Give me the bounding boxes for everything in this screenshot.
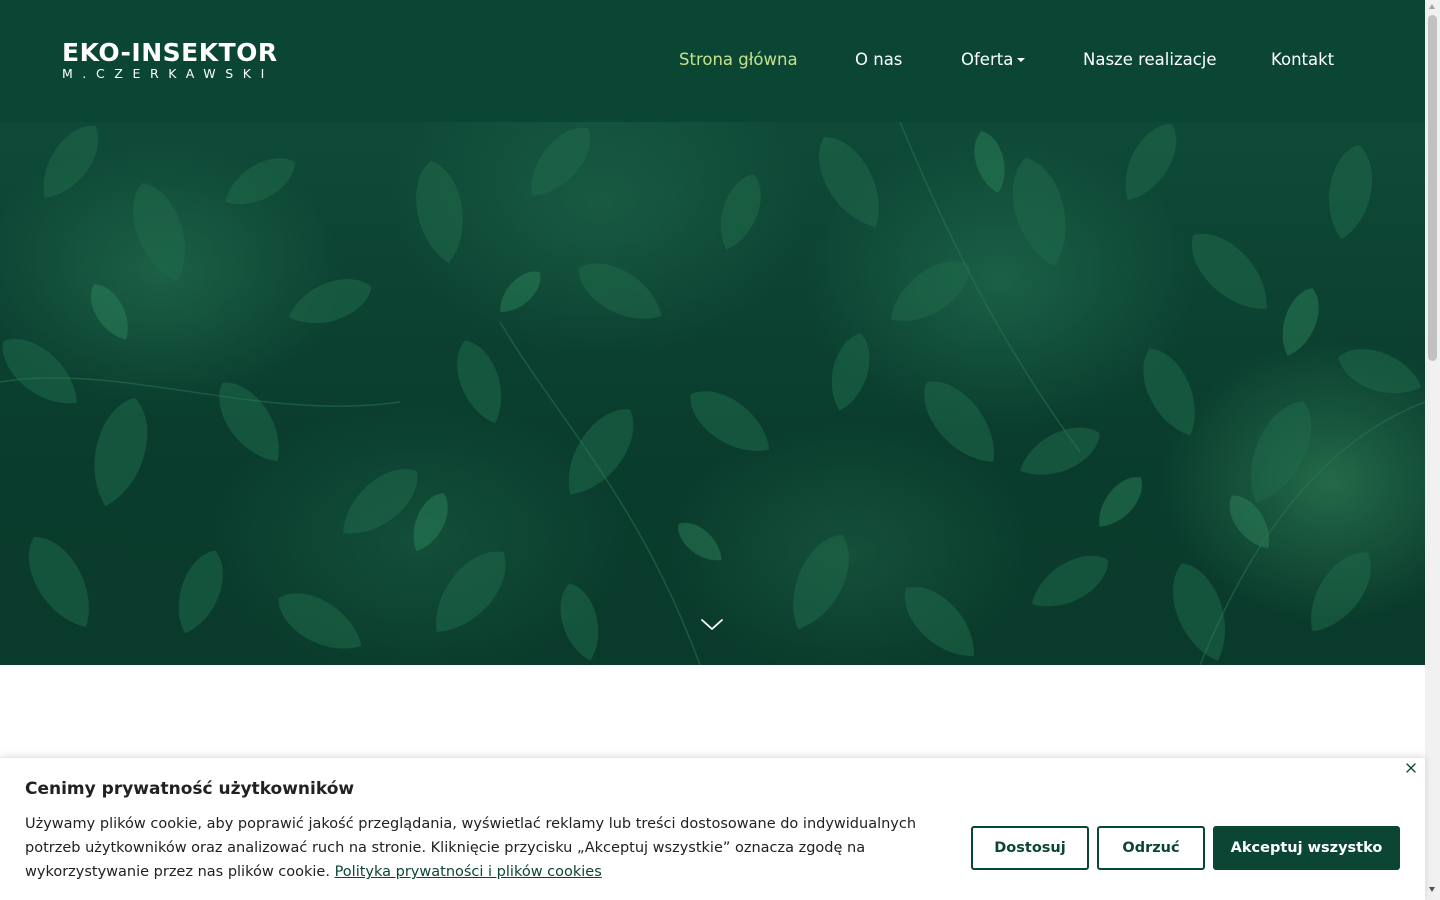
scroll-down-arrow-icon[interactable] — [1429, 887, 1435, 892]
nav-item-contact[interactable]: Kontakt — [1271, 48, 1334, 72]
nav-item-home[interactable]: Strona główna — [679, 48, 798, 72]
accept-all-button[interactable]: Akceptuj wszystko — [1213, 826, 1400, 870]
cookie-title: Cenimy prywatność użytkowników — [25, 779, 355, 799]
page-scrollbar[interactable] — [1425, 0, 1440, 900]
nav-item-offer[interactable]: Oferta — [961, 48, 1026, 72]
nav-item-about[interactable]: O nas — [855, 48, 902, 72]
scrollbar-thumb[interactable] — [1428, 15, 1437, 361]
chevron-down-icon[interactable] — [700, 618, 724, 632]
hero-banner — [0, 122, 1425, 665]
scroll-up-arrow-icon[interactable] — [1429, 4, 1435, 9]
privacy-policy-link[interactable]: Polityka prywatności i plików cookies — [335, 864, 602, 880]
customize-button[interactable]: Dostosuj — [971, 826, 1089, 870]
main-nav: Strona główna O nas Oferta Nasze realiza… — [0, 48, 1425, 74]
caret-down-icon — [1017, 57, 1026, 62]
nav-item-projects[interactable]: Nasze realizacje — [1083, 48, 1217, 72]
reject-button[interactable]: Odrzuć — [1097, 826, 1205, 870]
site-header: EKO-INSEKTOR M.CZERKAWSKI Strona główna … — [0, 0, 1425, 122]
close-icon[interactable] — [1405, 762, 1417, 774]
cookie-text: Używamy plików cookie, aby poprawić jako… — [25, 812, 960, 884]
nav-item-offer-label: Oferta — [961, 50, 1014, 69]
cookie-banner: Cenimy prywatność użytkowników Używamy p… — [0, 757, 1425, 900]
leaves-background-image — [0, 122, 1425, 665]
